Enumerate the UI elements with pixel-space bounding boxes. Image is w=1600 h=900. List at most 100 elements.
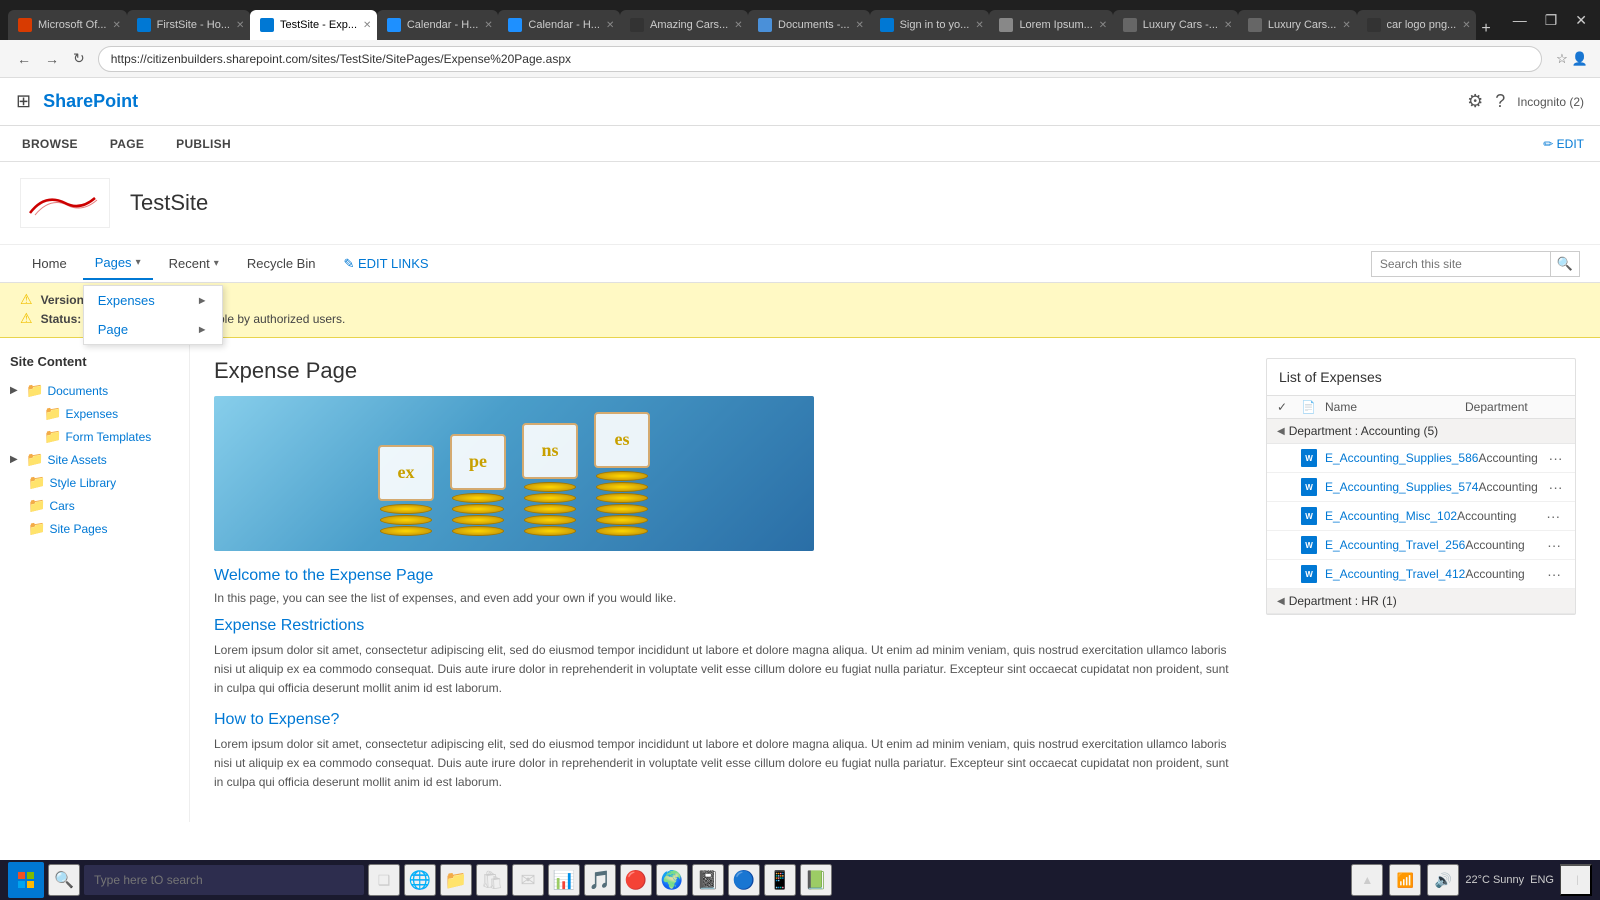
expense-row-2[interactable]: W E_Accounting_Supplies_574 Accounting ·… xyxy=(1267,473,1575,502)
tab-close-cal1[interactable]: ✕ xyxy=(484,20,492,31)
taskbar-store-icon[interactable]: 🛍 xyxy=(476,864,508,896)
taskbar-onenote-icon[interactable]: 📓 xyxy=(692,864,724,896)
dropdown-item-expenses[interactable]: Expenses ► xyxy=(84,286,222,315)
site-search-button[interactable]: 🔍 xyxy=(1551,251,1580,277)
taskbar-explorer-icon[interactable]: 📁 xyxy=(440,864,472,896)
dropdown-item-page[interactable]: Page ► xyxy=(84,315,222,344)
browse-button[interactable]: BROWSE xyxy=(16,133,84,155)
tab-close-lorem[interactable]: ✕ xyxy=(1099,20,1107,31)
row-name-5[interactable]: E_Accounting_Travel_412 xyxy=(1325,567,1465,581)
taskbar-edge-icon[interactable]: 🌐 xyxy=(404,864,436,896)
tab-testsite[interactable]: TestSite - Exp... ✕ xyxy=(250,10,377,40)
taskbar-app-icon-4[interactable]: 🔵 xyxy=(728,864,760,896)
tab-cal2[interactable]: Calendar - H... ✕ xyxy=(498,10,620,40)
sidebar-item-form-templates[interactable]: 📁 Form Templates xyxy=(28,425,179,448)
sidebar-item-documents[interactable]: ▶ 📁 Documents xyxy=(10,379,179,402)
expense-row-4[interactable]: W E_Accounting_Travel_256 Accounting ··· xyxy=(1267,531,1575,560)
help-icon[interactable]: ? xyxy=(1495,91,1505,112)
back-button[interactable]: ← xyxy=(12,48,36,69)
taskbar-task-view-button[interactable]: ❑ xyxy=(368,864,400,896)
sidebar-item-style-library[interactable]: 📁 Style Library xyxy=(28,471,179,494)
sidebar-item-cars[interactable]: 📁 Cars xyxy=(28,494,179,517)
tab-close-luxury1[interactable]: ✕ xyxy=(1224,20,1232,31)
taskbar-search-icon[interactable]: 🔍 xyxy=(48,864,80,896)
sidebar-item-site-pages[interactable]: 📁 Site Pages xyxy=(28,517,179,540)
tab-firstsite[interactable]: FirstSite - Ho... ✕ xyxy=(127,10,250,40)
tab-close-ms[interactable]: ✕ xyxy=(112,20,120,31)
tab-close-firstsite[interactable]: ✕ xyxy=(236,20,244,31)
row-name-4[interactable]: E_Accounting_Travel_256 xyxy=(1325,538,1465,552)
nav-edit-links[interactable]: ✎ EDIT LINKS xyxy=(331,248,440,280)
tab-close-sign[interactable]: ✕ xyxy=(975,20,983,31)
tab-sign[interactable]: Sign in to yo... ✕ xyxy=(870,10,990,40)
tab-docs[interactable]: Documents -... ✕ xyxy=(748,10,870,40)
coin-stacks: ex pe ns xyxy=(378,412,650,536)
tab-luxury2[interactable]: Luxury Cars... ✕ xyxy=(1238,10,1357,40)
expense-row-3[interactable]: W E_Accounting_Misc_102 Accounting ··· xyxy=(1267,502,1575,531)
waffle-icon[interactable]: ⊞ xyxy=(16,91,31,112)
expense-row-5[interactable]: W E_Accounting_Travel_412 Accounting ··· xyxy=(1267,560,1575,589)
group-header-hr[interactable]: ◀ Department : HR (1) xyxy=(1267,589,1575,614)
site-nav: Home Pages ▾ Expenses ► Page ► Recent ▾ … xyxy=(0,245,1600,283)
edit-button[interactable]: ✏ EDIT xyxy=(1543,137,1584,151)
nav-recent[interactable]: Recent ▾ xyxy=(157,248,231,279)
nav-home[interactable]: Home xyxy=(20,248,79,279)
publish-button[interactable]: PUBLISH xyxy=(170,133,237,155)
page-button[interactable]: PAGE xyxy=(104,133,150,155)
volume-icon[interactable]: 🔊 xyxy=(1427,864,1459,896)
taskbar-app-icon-2[interactable]: 🎵 xyxy=(584,864,616,896)
row-name-2[interactable]: E_Accounting_Supplies_574 xyxy=(1325,480,1478,494)
reload-button[interactable]: ↻ xyxy=(68,48,90,69)
start-button[interactable] xyxy=(8,862,44,898)
sidebar-item-expenses[interactable]: 📁 Expenses xyxy=(28,402,179,425)
nav-search: 🔍 xyxy=(1371,251,1580,277)
taskbar-app-icon-5[interactable]: 📱 xyxy=(764,864,796,896)
tab-close-docs[interactable]: ✕ xyxy=(856,20,864,31)
taskbar-app-icon-3[interactable]: 🔴 xyxy=(620,864,652,896)
row-more-1[interactable]: ··· xyxy=(1546,450,1565,466)
taskbar-search-input[interactable] xyxy=(84,865,364,895)
tab-carlogo[interactable]: car logo png... ✕ xyxy=(1357,10,1477,40)
new-tab-button[interactable]: + xyxy=(1476,18,1495,40)
tab-close-testsite[interactable]: ✕ xyxy=(363,20,371,31)
coin-stack-2: pe xyxy=(450,434,506,536)
nav-pages[interactable]: Pages ▾ Expenses ► Page ► xyxy=(83,247,153,280)
taskbar-app-icon-1[interactable]: 📊 xyxy=(548,864,580,896)
bookmark-icon[interactable]: ☆ xyxy=(1556,51,1568,67)
row-name-3[interactable]: E_Accounting_Misc_102 xyxy=(1325,509,1457,523)
system-tray-icon[interactable]: ▲ xyxy=(1351,864,1383,896)
profile-icon[interactable]: 👤 xyxy=(1572,51,1588,67)
settings-icon[interactable]: ⚙ xyxy=(1467,91,1483,112)
taskbar-chrome-icon[interactable]: 🌍 xyxy=(656,864,688,896)
tab-close-luxury2[interactable]: ✕ xyxy=(1342,20,1350,31)
sidebar-item-site-assets[interactable]: ▶ 📁 Site Assets xyxy=(10,448,179,471)
tab-luxury1[interactable]: Luxury Cars -... ✕ xyxy=(1113,10,1238,40)
site-search-input[interactable] xyxy=(1371,251,1551,277)
folder-icon-expenses: 📁 xyxy=(44,405,61,422)
row-more-5[interactable]: ··· xyxy=(1543,566,1565,582)
tab-cal1[interactable]: Calendar - H... ✕ xyxy=(377,10,499,40)
minimize-button[interactable]: — xyxy=(1508,10,1532,30)
show-desktop-button[interactable]: | xyxy=(1560,864,1592,896)
tab-ms[interactable]: Microsoft Of... ✕ xyxy=(8,10,127,40)
expense-row-1[interactable]: W E_Accounting_Supplies_586 Accounting ·… xyxy=(1267,444,1575,473)
row-name-1[interactable]: E_Accounting_Supplies_586 xyxy=(1325,451,1478,465)
restore-button[interactable]: ❐ xyxy=(1540,10,1563,31)
taskbar-mail-icon[interactable]: ✉ xyxy=(512,864,544,896)
forward-button[interactable]: → xyxy=(40,48,64,69)
expense-image: ex pe ns xyxy=(214,396,814,551)
tab-cars[interactable]: Amazing Cars... ✕ xyxy=(620,10,748,40)
row-more-3[interactable]: ··· xyxy=(1541,508,1565,524)
tab-close-cars[interactable]: ✕ xyxy=(734,20,742,31)
row-more-4[interactable]: ··· xyxy=(1543,537,1565,553)
row-more-2[interactable]: ··· xyxy=(1546,479,1565,495)
tab-lorem[interactable]: Lorem Ipsum... ✕ xyxy=(989,10,1112,40)
address-input[interactable] xyxy=(98,46,1542,72)
network-icon[interactable]: 📶 xyxy=(1389,864,1421,896)
close-window-button[interactable]: ✕ xyxy=(1570,10,1592,31)
tab-close-cal2[interactable]: ✕ xyxy=(606,20,614,31)
nav-recycle-bin[interactable]: Recycle Bin xyxy=(235,248,328,279)
taskbar-excel-icon[interactable]: 📗 xyxy=(800,864,832,896)
tab-close-carlogo[interactable]: ✕ xyxy=(1462,20,1470,31)
group-header-accounting[interactable]: ◀ Department : Accounting (5) xyxy=(1267,419,1575,444)
